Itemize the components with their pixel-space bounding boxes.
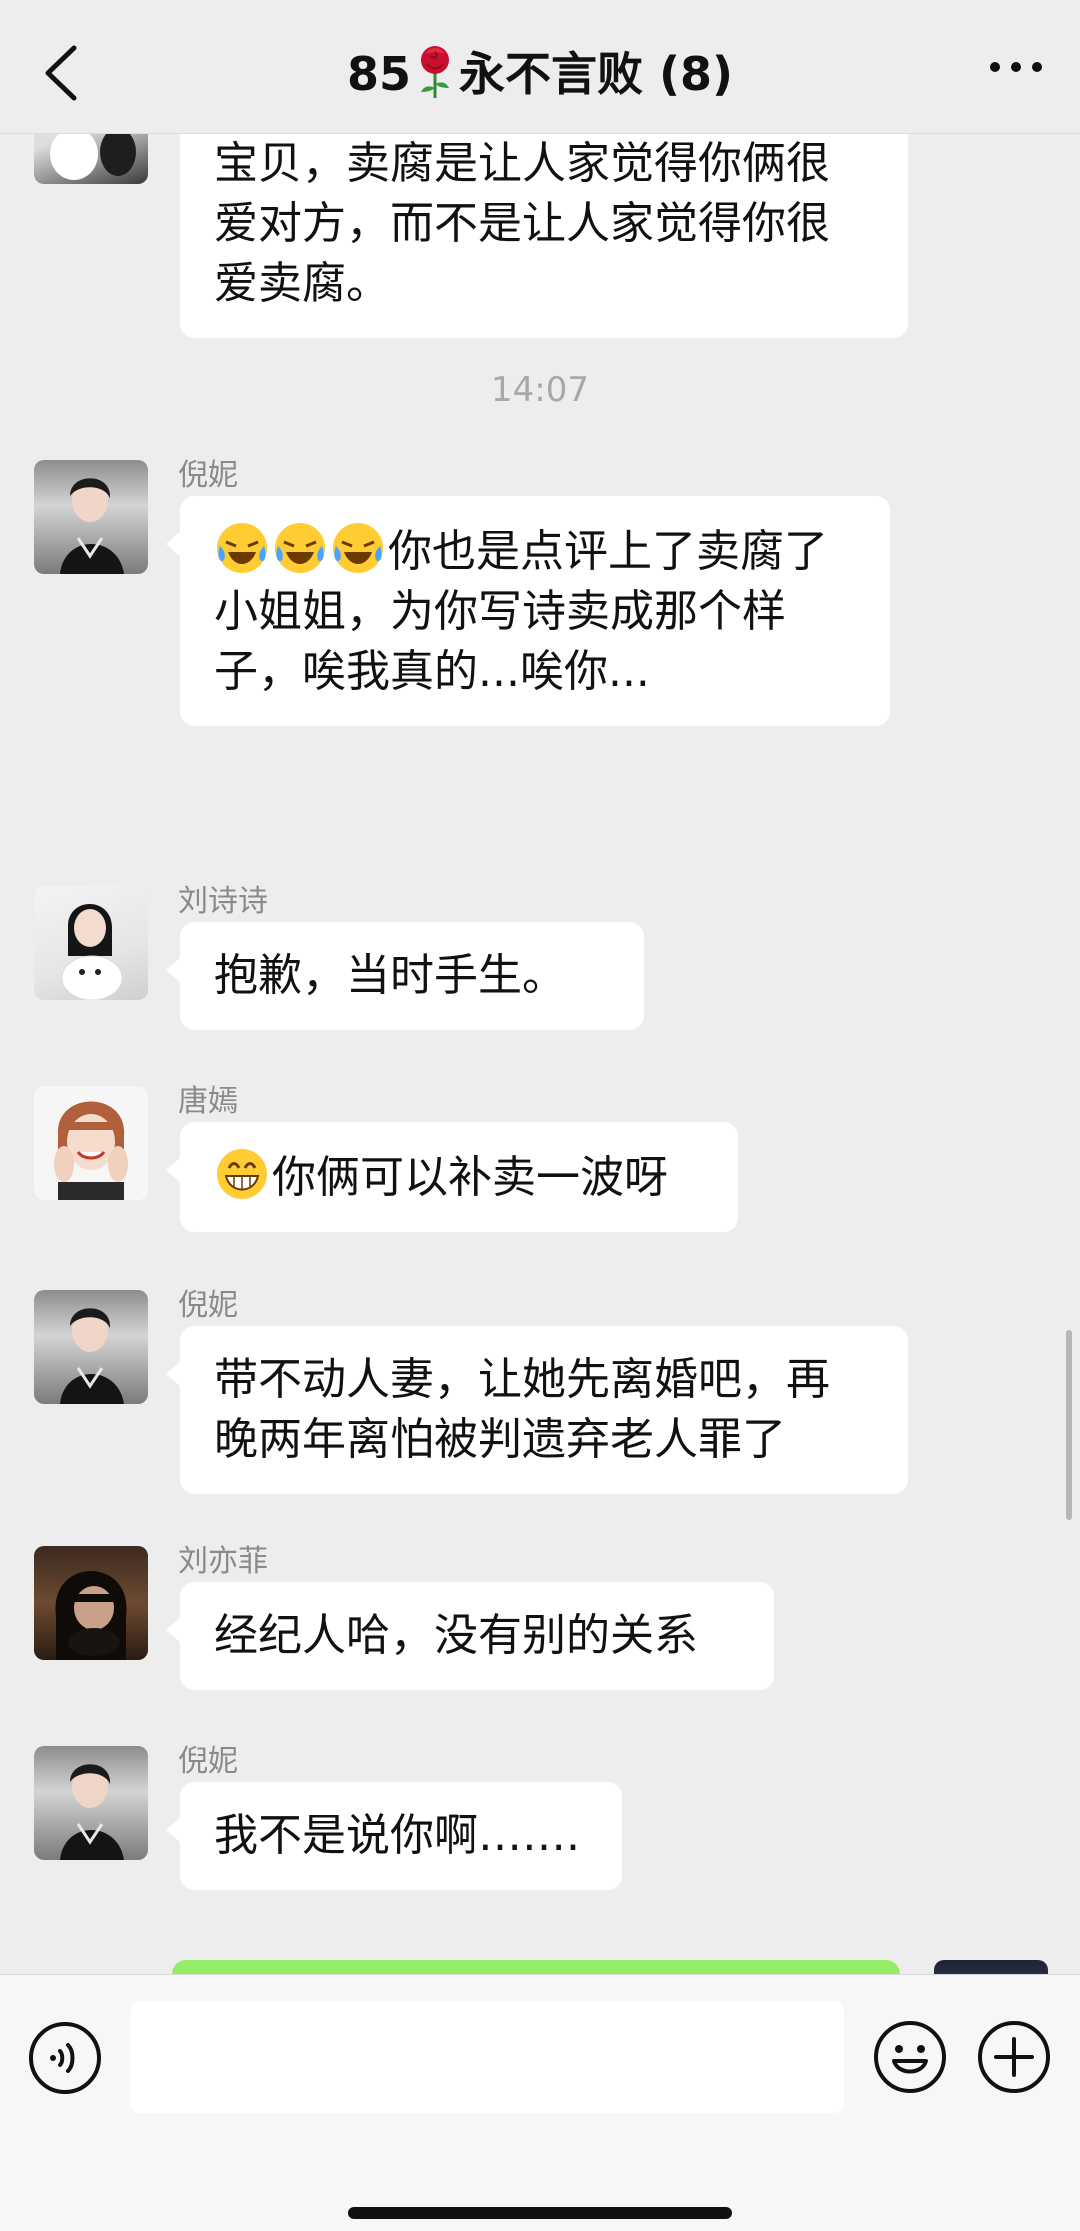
avatar[interactable]	[34, 1086, 148, 1200]
rose-icon	[420, 46, 449, 98]
chat-header: 85 永不言败 (8)	[0, 0, 1080, 134]
chat-messages[interactable]: 宝贝，卖腐是让人家觉得你俩很 爱对方，而不是让人家觉得你很 爱卖腐。 14:07…	[0, 134, 1080, 1974]
sender-name: 刘亦菲	[178, 1544, 268, 1579]
own-avatar[interactable]	[934, 1960, 1048, 1974]
message-input[interactable]	[130, 2001, 844, 2113]
message-line: 宝贝，卖腐是让人家觉得你俩很	[214, 138, 830, 189]
more-options-icon[interactable]	[988, 56, 1044, 76]
sender-name: 倪妮	[178, 458, 238, 493]
timestamp: 14:07	[491, 370, 589, 410]
avatar[interactable]	[34, 1290, 148, 1404]
avatar[interactable]	[34, 134, 148, 184]
message-bubble[interactable]: 我不是说你啊…….	[166, 1782, 622, 1890]
message-text: 你俩可以补卖一波呀	[272, 1152, 668, 1203]
message-text: 你也是点评上了卖腐了	[388, 526, 828, 577]
scrollbar[interactable]	[1066, 1330, 1072, 1520]
avatar[interactable]	[34, 460, 148, 574]
avatar[interactable]	[34, 886, 148, 1000]
emoji-icon[interactable]	[872, 2019, 948, 2095]
sender-name: 倪妮	[178, 1288, 238, 1323]
message-bubble[interactable]: 你也是点评上了卖腐了 小姐姐，为你写诗卖成那个样 子，唉我真的...唉你...	[166, 496, 890, 726]
message-line: 带不动人妻，让她先离婚吧，再	[214, 1354, 830, 1405]
message-bubble[interactable]: 抱歉，当时手生。	[166, 922, 644, 1030]
message-line: 我不是说你啊…….	[214, 1810, 580, 1861]
input-bar	[0, 1974, 1080, 2231]
message-line: 你俩可以补卖一波呀	[214, 1146, 704, 1208]
sender-name: 唐嫣	[178, 1084, 238, 1119]
message-bubble[interactable]: 经纪人哈，没有别的关系	[166, 1582, 774, 1690]
voice-icon[interactable]	[28, 2021, 102, 2095]
plus-icon[interactable]	[976, 2019, 1052, 2095]
chat-title: 85 永不言败 (8)	[0, 38, 1080, 104]
avatar[interactable]	[34, 1746, 148, 1860]
title-prefix: 85	[346, 47, 411, 101]
message-line: 经纪人哈，没有别的关系	[214, 1610, 698, 1661]
crying-laughing-emoji	[214, 523, 388, 577]
home-indicator[interactable]	[348, 2207, 732, 2219]
message-line: 抱歉，当时手生。	[214, 950, 566, 1001]
sender-name: 刘诗诗	[178, 884, 268, 919]
message-line: 小姐姐，为你写诗卖成那个样	[214, 586, 786, 637]
message-bubble[interactable]: 你俩可以补卖一波呀	[166, 1122, 738, 1232]
title-suffix: 永不言败 (8)	[458, 47, 734, 101]
sender-name: 倪妮	[178, 1744, 238, 1779]
message-line: 你也是点评上了卖腐了	[214, 520, 856, 582]
message-line: 爱对方，而不是让人家觉得你很	[214, 198, 830, 249]
message-bubble[interactable]: 宝贝，卖腐是让人家觉得你俩很 爱对方，而不是让人家觉得你很 爱卖腐。	[180, 134, 908, 338]
grinning-emoji	[214, 1149, 272, 1203]
message-line: 爱卖腐。	[214, 258, 390, 309]
message-line: 晚两年离怕被判遗弃老人罪了	[214, 1414, 786, 1465]
message-bubble[interactable]: 带不动人妻，让她先离婚吧，再 晚两年离怕被判遗弃老人罪了	[166, 1326, 908, 1494]
outgoing-message-bubble[interactable]	[172, 1960, 900, 1974]
message-line: 子，唉我真的...唉你...	[214, 646, 650, 697]
avatar[interactable]	[34, 1546, 148, 1660]
